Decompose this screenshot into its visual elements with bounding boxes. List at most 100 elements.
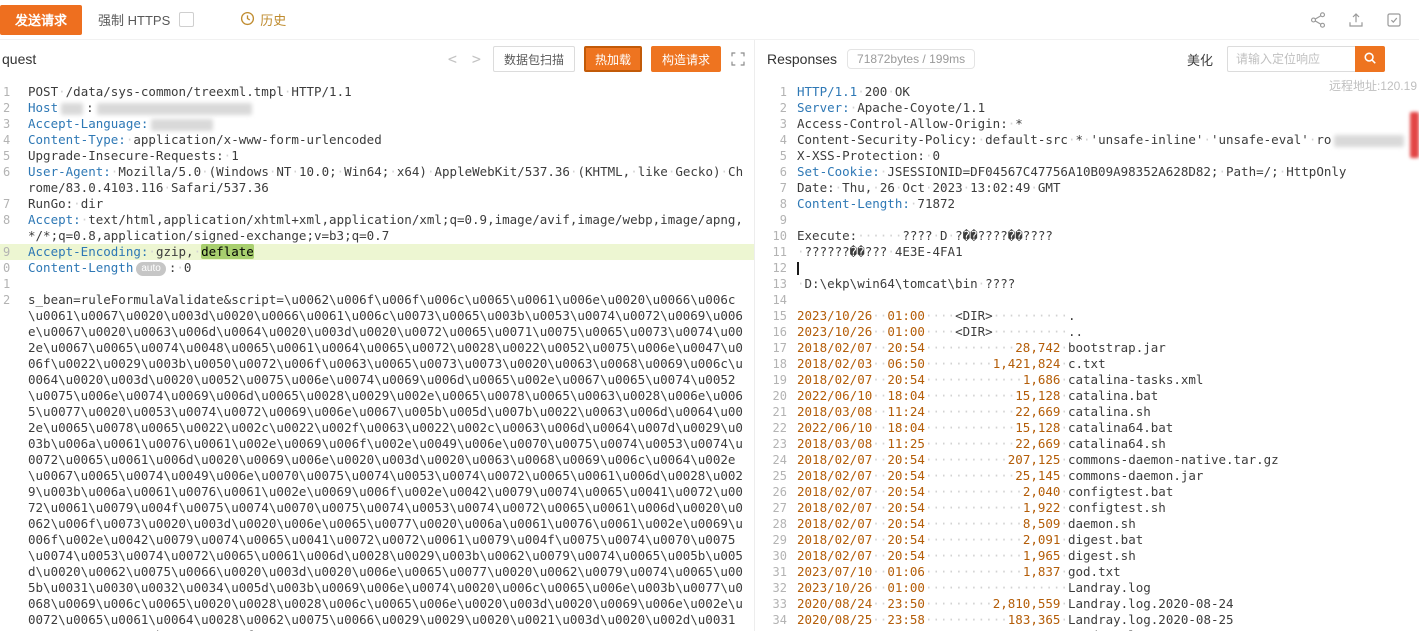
share-icon[interactable] — [1309, 11, 1327, 29]
beautify-button[interactable]: 美化 — [1187, 50, 1213, 69]
force-https-checkbox[interactable] — [179, 12, 194, 27]
line-number: 8 — [755, 196, 787, 212]
line-number: 20 — [755, 388, 787, 404]
code-line: 202022/06/10··18:04············15,128·ca… — [755, 388, 1419, 404]
packet-scan-button[interactable]: 数据包扫描 — [493, 46, 575, 72]
redacted-blur — [1334, 135, 1404, 147]
line-number: 2 — [755, 100, 787, 116]
line-content: Server:·Apache-Coyote/1.1 — [787, 100, 1419, 116]
line-content: POST·/data/sys-common/treexml.tmpl·HTTP/… — [16, 84, 754, 100]
line-number: 22 — [755, 420, 787, 436]
code-line: 11·??????��???·4E3E-4FA1 — [755, 244, 1419, 260]
search-button[interactable] — [1355, 46, 1385, 72]
toolbar-right-icons — [1309, 11, 1419, 29]
line-number: 32 — [755, 580, 787, 596]
response-stats-badge: 71872bytes / 199ms — [847, 49, 975, 69]
prev-request-arrow[interactable]: < — [445, 50, 460, 68]
code-line: 13·D:\ekp\win64\tomcat\bin·???? — [755, 276, 1419, 292]
line-number: 25 — [755, 468, 787, 484]
line-number: 1 — [0, 276, 16, 292]
code-line: 8Accept:·text/html,application/xhtml+xml… — [0, 212, 754, 244]
line-content: 2018/03/08··11:25············22,669·cata… — [787, 436, 1419, 452]
response-search-input[interactable] — [1227, 46, 1355, 72]
request-panel-header: quest < > 数据包扫描 热加载 构造请求 — [0, 40, 754, 78]
code-line: 212018/03/08··11:24············22,669·ca… — [755, 404, 1419, 420]
line-number: 4 — [755, 132, 787, 148]
code-line: 9 — [755, 212, 1419, 228]
code-line: 312023/07/10··01:06·············1,837·go… — [755, 564, 1419, 580]
code-line: 8Content-Length:·71872 — [755, 196, 1419, 212]
code-line: 162023/10/26··01:00····<DIR>··········.. — [755, 324, 1419, 340]
line-number: 2 — [0, 292, 16, 631]
line-content: 2022/06/10··18:04············15,128·cata… — [787, 420, 1419, 436]
line-content: ·D:\ekp\win64\tomcat\bin·???? — [787, 276, 1419, 292]
export-icon[interactable] — [1347, 11, 1365, 29]
redaction-marker — [1410, 112, 1419, 158]
history-button[interactable]: 历史 — [240, 10, 286, 29]
line-number: 1 — [755, 84, 787, 100]
line-content: 2020/08/25··23:58···········183,365·Land… — [787, 612, 1419, 628]
code-line: 332020/08/24··23:50·········2,810,559·La… — [755, 596, 1419, 612]
line-content: Upgrade-Insecure-Requests:·1 — [16, 148, 754, 164]
line-number: 21 — [755, 404, 787, 420]
code-line: 232018/03/08··11:25············22,669·ca… — [755, 436, 1419, 452]
verify-check-icon[interactable] — [1385, 11, 1403, 29]
line-content — [16, 276, 754, 292]
line-number: 30 — [755, 548, 787, 564]
line-content: X-XSS-Protection:·0 — [787, 148, 1419, 164]
code-line: 6Set-Cookie:·JSESSIONID=DF04567C47756A10… — [755, 164, 1419, 180]
line-content: 2018/02/03··06:50·········1,421,824·c.tx… — [787, 356, 1419, 372]
line-number: 11 — [755, 244, 787, 260]
code-line: 222022/06/10··18:04············15,128·ca… — [755, 420, 1419, 436]
magnifier-icon — [1363, 51, 1377, 68]
line-number: 7 — [755, 180, 787, 196]
split-panels: quest < > 数据包扫描 热加载 构造请求 1POST·/data/sys… — [0, 40, 1419, 631]
code-line: 292018/02/07··20:54·············2,091·di… — [755, 532, 1419, 548]
construct-request-button[interactable]: 构造请求 — [651, 46, 721, 72]
code-line: 5X-XSS-Protection:·0 — [755, 148, 1419, 164]
line-content: HTTP/1.1·200·OK — [787, 84, 1419, 100]
response-search-box — [1227, 46, 1385, 72]
code-line: 5Upgrade-Insecure-Requests:·1 — [0, 148, 754, 164]
line-content: Content-Length:·71872 — [787, 196, 1419, 212]
line-content: 2023/10/26··01:00···················Land… — [787, 580, 1419, 596]
line-number: 8 — [0, 212, 16, 244]
code-line: 1 — [0, 276, 754, 292]
history-label: 历史 — [260, 10, 286, 29]
code-line: 4Content-Type:·application/x-www-form-ur… — [0, 132, 754, 148]
line-content: 2018/02/07··20:54·············2,040·conf… — [787, 484, 1419, 500]
line-number: 10 — [755, 228, 787, 244]
line-content: ·??????��???·4E3E-4FA1 — [787, 244, 1419, 260]
response-header-controls: 美化 — [1187, 46, 1385, 72]
line-content: 2018/02/07··20:54·············2,091·dige… — [787, 532, 1419, 548]
line-number: 2 — [0, 100, 16, 116]
line-content: Content-Security-Policy:·default-src·*·'… — [787, 132, 1419, 148]
line-number: 31 — [755, 564, 787, 580]
code-line: 12 — [755, 260, 1419, 276]
expand-icon[interactable] — [730, 51, 746, 67]
line-number: 6 — [755, 164, 787, 180]
line-content: Accept-Language: — [16, 116, 754, 132]
redacted-blur — [97, 103, 252, 115]
request-header-controls: < > 数据包扫描 热加载 构造请求 — [445, 46, 746, 72]
code-line: 342020/08/25··23:58···········183,365·La… — [755, 612, 1419, 628]
top-toolbar: 发送请求 强制 HTTPS 历史 — [0, 0, 1419, 40]
response-editor[interactable]: 1HTTP/1.1·200·OK2Server:·Apache-Coyote/1… — [755, 78, 1419, 631]
line-number: 9 — [0, 244, 16, 260]
line-number: 29 — [755, 532, 787, 548]
request-editor[interactable]: 1 POST·/data/sys-common/treexml.tmpl·HTTP… — [0, 78, 754, 631]
line-number: 4 — [0, 132, 16, 148]
line-number: 6 — [0, 164, 16, 196]
send-request-button[interactable]: 发送请求 — [0, 5, 82, 35]
force-https-label: 强制 HTTPS — [98, 10, 170, 29]
line-content: Access-Control-Allow-Origin:·* — [787, 116, 1419, 132]
response-panel: Responses 71872bytes / 199ms 美化 — [754, 40, 1419, 631]
remote-address-label: 远程地址:120.19 — [1329, 77, 1417, 94]
next-request-arrow[interactable]: > — [469, 50, 484, 68]
line-number: 23 — [755, 436, 787, 452]
hot-load-button[interactable]: 热加载 — [584, 46, 642, 72]
line-content: User-Agent:·Mozilla/5.0·(Windows·NT·10.0… — [16, 164, 754, 196]
responses-tab-label[interactable]: Responses — [767, 51, 837, 67]
response-panel-header: Responses 71872bytes / 199ms 美化 — [755, 40, 1419, 78]
line-number: 5 — [0, 148, 16, 164]
